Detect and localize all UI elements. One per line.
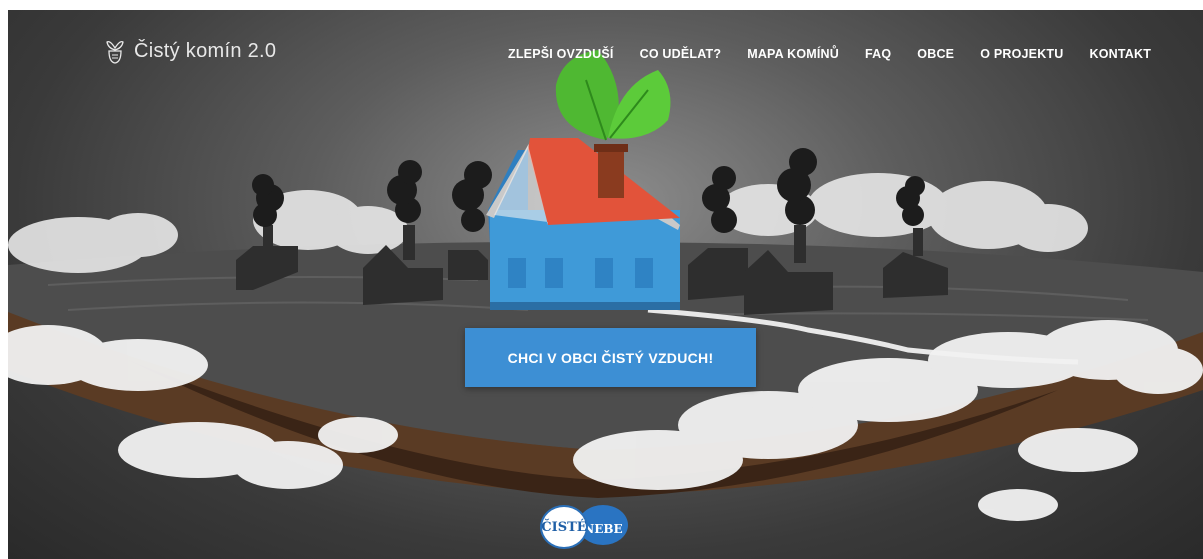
chimney-leaf-icon (106, 40, 124, 64)
green-leaves (555, 50, 671, 141)
main-navigation: ZLEPŠI OVZDUŠÍ CO UDĚLAT? MAPA KOMÍNŮ FA… (508, 47, 1177, 61)
nav-item-zlepsi-ovzdusi[interactable]: ZLEPŠI OVZDUŠÍ (508, 47, 614, 61)
nav-item-mapa-kominu[interactable]: MAPA KOMÍNŮ (747, 47, 839, 61)
cta-button[interactable]: CHCI V OBCI ČISTÝ VZDUCH! (465, 328, 756, 387)
nav-item-kontakt[interactable]: KONTAKT (1089, 47, 1151, 61)
hero-illustration (8, 50, 1203, 521)
brand-logo[interactable]: Čistý komín 2.0 (104, 38, 276, 64)
nav-item-co-udelat[interactable]: CO UDĚLAT? (640, 47, 722, 61)
nav-item-faq[interactable]: FAQ (865, 47, 891, 61)
nav-item-o-projektu[interactable]: O PROJEKTU (980, 47, 1063, 61)
logo-left-circle: ČISTÉ (540, 505, 588, 549)
nav-item-obce[interactable]: OBCE (917, 47, 954, 61)
partner-logo[interactable]: NEBE ČISTÉ (540, 501, 640, 549)
brand-name: Čistý komín 2.0 (134, 39, 277, 62)
blue-house (486, 138, 680, 310)
hero-section: Čistý komín 2.0 ZLEPŠI OVZDUŠÍ CO UDĚLAT… (8, 10, 1203, 559)
